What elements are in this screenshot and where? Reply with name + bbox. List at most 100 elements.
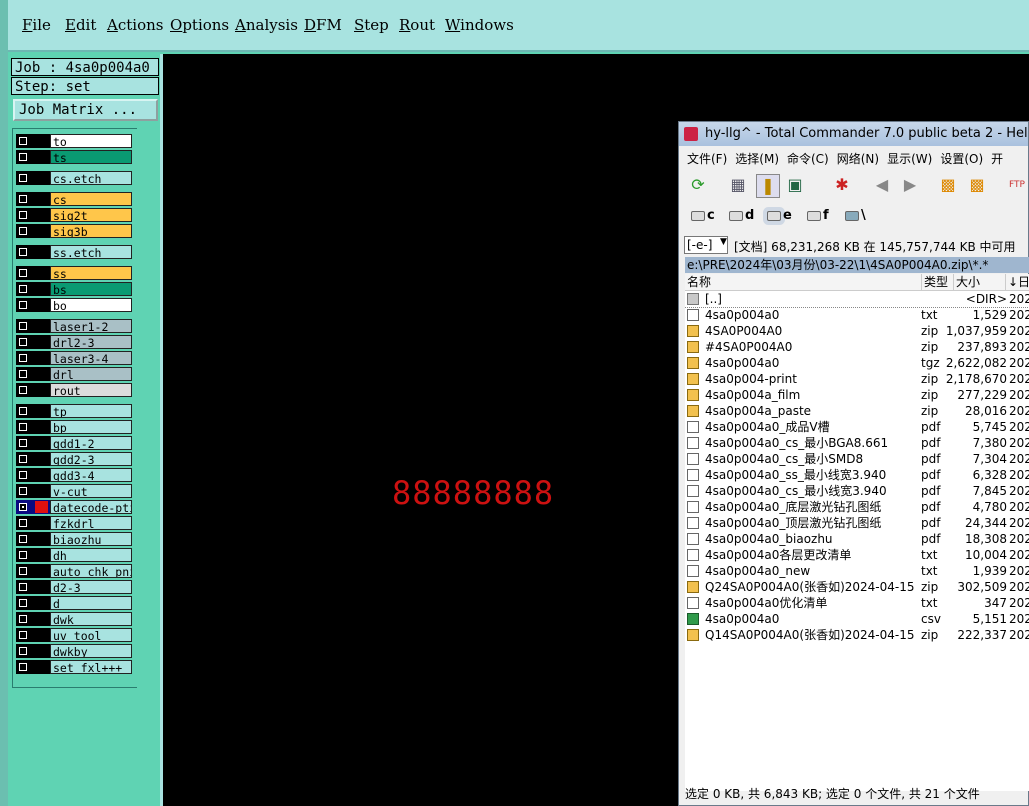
layer-row[interactable]: ts — [16, 150, 133, 164]
layer-checkbox[interactable] — [19, 487, 27, 495]
pack-icon[interactable]: ▩ — [937, 174, 959, 196]
layer-name[interactable]: laser1-2 — [50, 319, 132, 333]
layer-checkbox[interactable] — [19, 153, 27, 161]
brief-view-icon[interactable]: ▦ — [727, 174, 749, 196]
layer-row[interactable]: dwk — [16, 612, 133, 626]
current-path[interactable]: e:\PRE\2024年\03月份\03-22\1\4SA0P004A0.zip… — [685, 257, 1029, 273]
layer-name[interactable]: rout — [50, 383, 132, 397]
layer-name[interactable]: gdd2-3 — [50, 452, 132, 466]
drive-label[interactable]: c — [707, 208, 715, 223]
layer-row[interactable]: drl — [16, 367, 133, 381]
layer-row[interactable]: dh — [16, 548, 133, 562]
refresh-icon[interactable]: ⟳ — [687, 174, 709, 196]
layer-name[interactable]: dwkby — [50, 644, 132, 658]
drive-icon[interactable] — [729, 211, 743, 221]
layer-checkbox[interactable] — [19, 535, 27, 543]
layer-checkbox[interactable] — [19, 137, 27, 145]
layer-row[interactable]: uv_tool — [16, 628, 133, 642]
menu-item[interactable]: Step — [354, 16, 389, 34]
layer-row[interactable]: bs — [16, 282, 133, 296]
layer-row[interactable]: cs — [16, 192, 133, 206]
layer-row[interactable]: sig3b — [16, 224, 133, 238]
layer-name[interactable]: laser3-4 — [50, 351, 132, 365]
layer-name[interactable]: ss — [50, 266, 132, 280]
layer-name[interactable]: fzkdrl — [50, 516, 132, 530]
layer-name[interactable]: bo — [50, 298, 132, 312]
menu-item[interactable]: Analysis — [235, 16, 298, 34]
window-title-bar[interactable]: hy-llg^ - Total Commander 7.0 public bet… — [679, 122, 1028, 146]
file-row[interactable]: Q14SA0P004A0(张香如)2024-04-15 zip 222,337 202 — [685, 627, 1029, 643]
menu-item[interactable]: Edit — [65, 16, 96, 34]
layer-checkbox[interactable] — [19, 386, 27, 394]
layer-checkbox[interactable] — [19, 174, 27, 182]
layer-row[interactable]: gdd1-2 — [16, 436, 133, 450]
file-row[interactable]: 4sa0p004a0_cs_最小线宽3.940 pdf 7,845 202 — [685, 483, 1029, 499]
layer-name[interactable]: tp — [50, 404, 132, 418]
column-date[interactable]: ↓日 — [1005, 274, 1029, 290]
drive-label[interactable]: e — [783, 208, 792, 223]
layer-checkbox[interactable] — [19, 615, 27, 623]
layer-checkbox[interactable] — [19, 301, 27, 309]
file-row[interactable]: 4sa0p004a_paste zip 28,016 202 — [685, 403, 1029, 419]
file-row[interactable]: 4sa0p004-print zip 2,178,670 202 — [685, 371, 1029, 387]
column-name[interactable]: 名称 — [687, 274, 711, 290]
layer-row[interactable]: auto_chk_pni — [16, 564, 133, 578]
drive-icon[interactable] — [807, 211, 821, 221]
layer-row[interactable]: sig2t — [16, 208, 133, 222]
tc-menu-item[interactable]: 显示(W) — [887, 152, 932, 166]
network-icon[interactable] — [845, 211, 859, 221]
file-row[interactable]: 4sa0p004a0_ss_最小线宽3.940 pdf 6,328 202 — [685, 467, 1029, 483]
layer-checkbox[interactable] — [19, 322, 27, 330]
layer-name[interactable]: dh — [50, 548, 132, 562]
file-row[interactable]: 4sa0p004a0各层更改清单 txt 10,004 202 — [685, 547, 1029, 563]
menu-item[interactable]: Options — [170, 16, 229, 34]
layer-checkbox[interactable] — [19, 519, 27, 527]
drive-label[interactable]: \ — [861, 208, 866, 223]
layer-checkbox[interactable] — [19, 269, 27, 277]
layer-row[interactable]: biaozhu — [16, 532, 133, 546]
menu-item[interactable]: Windows — [445, 16, 514, 34]
layer-row[interactable]: gdd3-4 — [16, 468, 133, 482]
layer-name[interactable]: ts — [50, 150, 132, 164]
layer-name[interactable]: cs.etch — [50, 171, 132, 185]
file-row[interactable]: 4sa0p004a0_成品V槽 pdf 5,745 202 — [685, 419, 1029, 435]
layer-name[interactable]: cs — [50, 192, 132, 206]
layer-row[interactable]: d — [16, 596, 133, 610]
tc-menu-item[interactable]: 网络(N) — [837, 152, 879, 166]
file-row[interactable]: 4sa0p004a_film zip 277,229 202 — [685, 387, 1029, 403]
unpack-icon[interactable]: ▩ — [966, 174, 988, 196]
layer-name[interactable]: uv_tool — [50, 628, 132, 642]
layer-row[interactable]: dwkby — [16, 644, 133, 658]
tc-menu-item[interactable]: 命令(C) — [787, 152, 829, 166]
ftp-icon[interactable]: FTP — [1006, 174, 1028, 196]
layer-name[interactable]: gdd1-2 — [50, 436, 132, 450]
file-row[interactable]: Q24SA0P004A0(张香如)2024-04-15 zip 302,509 202 — [685, 579, 1029, 595]
layer-checkbox[interactable] — [19, 227, 27, 235]
file-row[interactable]: 4sa0p004a0优化清单 txt 347 202 — [685, 595, 1029, 611]
layer-checkbox[interactable] — [19, 195, 27, 203]
file-row[interactable]: 4sa0p004a0 tgz 2,622,082 202 — [685, 355, 1029, 371]
layer-row[interactable]: to — [16, 134, 133, 148]
layer-checkbox[interactable] — [19, 647, 27, 655]
layer-row[interactable]: bo — [16, 298, 133, 312]
layer-checkbox[interactable] — [19, 631, 27, 639]
file-row[interactable]: 4sa0p004a0_顶层激光钻孔图纸 pdf 24,344 202 — [685, 515, 1029, 531]
layer-row[interactable]: rout — [16, 383, 133, 397]
layer-name[interactable]: auto_chk_pni — [50, 564, 132, 578]
file-row[interactable]: #4SA0P004A0 zip 237,893 202 — [685, 339, 1029, 355]
drive-label[interactable]: f — [823, 208, 829, 223]
menu-item[interactable]: Actions — [107, 16, 163, 34]
layer-checkbox[interactable] — [19, 423, 27, 431]
layer-checkbox[interactable] — [19, 285, 27, 293]
layer-name[interactable]: dwk — [50, 612, 132, 626]
file-row[interactable]: 4sa0p004a0_底层激光钻孔图纸 pdf 4,780 202 — [685, 499, 1029, 515]
column-size[interactable]: 大小 — [953, 274, 980, 290]
layer-name[interactable]: to — [50, 134, 132, 148]
layer-name[interactable]: set_fxl+++ — [50, 660, 132, 674]
layer-row[interactable]: ss — [16, 266, 133, 280]
layer-row[interactable]: fzkdrl — [16, 516, 133, 530]
layer-row[interactable]: gdd2-3 — [16, 452, 133, 466]
layer-row[interactable]: bp — [16, 420, 133, 434]
file-row[interactable]: 4sa0p004a0_new txt 1,939 202 — [685, 563, 1029, 579]
layer-name[interactable]: sig3b — [50, 224, 132, 238]
